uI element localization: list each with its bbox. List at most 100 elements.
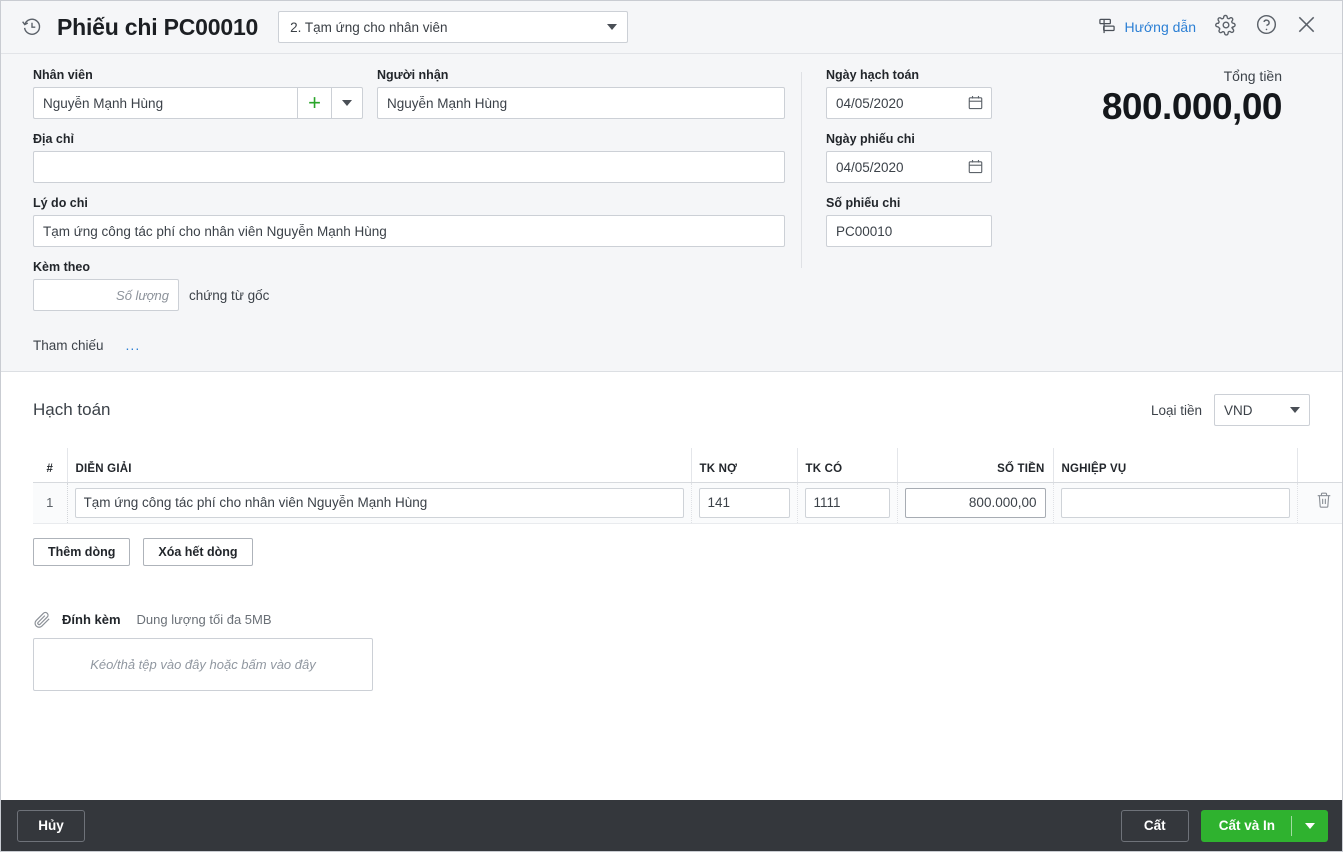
col-amount: SỐ TIỀN: [897, 448, 1054, 483]
row-credit-cell: [797, 482, 898, 524]
receiver-label: Người nhận: [377, 68, 449, 82]
col-operation: NGHIỆP VỤ: [1053, 448, 1298, 483]
voucher-no-group: Số phiếu chi: [826, 196, 992, 247]
plus-icon: +: [308, 90, 321, 115]
add-row-button[interactable]: Thêm dòng: [33, 537, 131, 566]
settings-button[interactable]: [1206, 7, 1246, 47]
row-description-cell: [67, 482, 692, 524]
attached-suffix-label: chứng từ gốc: [189, 287, 270, 303]
form-right-column: Ngày hạch toán 04/05/2020 Ngày phiếu chi…: [826, 68, 1310, 353]
address-field-group: Địa chỉ: [33, 132, 785, 183]
attachment-dropzone[interactable]: Kéo/thả tệp vào đây hoặc bấm vào đây: [33, 637, 373, 691]
row-operation-input[interactable]: [1060, 487, 1290, 518]
form-left-column: Nhân viên + Người nhận: [33, 68, 785, 353]
attached-field-group: Kèm theo chứng từ gốc: [33, 260, 785, 311]
accounting-table: # DIỄN GIẢI TK NỢ TK CÓ SỐ TIỀN NGHIỆP V…: [33, 448, 1342, 524]
currency-select[interactable]: VND: [1214, 394, 1310, 426]
employee-label: Nhân viên: [33, 68, 93, 82]
posting-date-input[interactable]: [826, 87, 992, 119]
save-and-print-dropdown[interactable]: [1292, 822, 1328, 829]
row-operation-cell: [1053, 482, 1298, 524]
reason-input[interactable]: [33, 215, 785, 247]
attachment-title: Đính kèm: [62, 611, 121, 627]
accounting-header: Hạch toán Loại tiền VND: [33, 394, 1310, 426]
attached-qty-row: chứng từ gốc: [33, 279, 785, 311]
page-title: Phiếu chi PC00010: [57, 13, 259, 40]
row-debit-cell: [691, 482, 798, 524]
col-index: #: [33, 448, 68, 483]
voucher-date-input[interactable]: [826, 151, 992, 183]
window-header: Phiếu chi PC00010 2. Tạm ứng cho nhân vi…: [1, 1, 1342, 54]
posting-date-group: Ngày hạch toán: [826, 68, 992, 119]
close-button[interactable]: [1286, 7, 1326, 47]
col-actions: [1297, 448, 1342, 483]
save-button[interactable]: Cất: [1120, 809, 1189, 842]
cancel-button[interactable]: Hủy: [17, 809, 85, 842]
question-circle-icon: [1255, 13, 1278, 41]
row-amount-input[interactable]: [904, 487, 1046, 518]
row-credit-input[interactable]: [804, 487, 890, 518]
column-divider: [801, 72, 802, 268]
address-label: Địa chỉ: [33, 132, 74, 146]
currency-group: Loại tiền VND: [1151, 394, 1310, 426]
form-grid: Nhân viên + Người nhận: [1, 68, 1342, 353]
row-action-buttons: Thêm dòng Xóa hết dòng: [33, 537, 1310, 566]
reference-more-button[interactable]: ...: [126, 337, 141, 353]
attached-label: Kèm theo: [33, 260, 90, 274]
help-button[interactable]: [1246, 7, 1286, 47]
accounting-section: Hạch toán Loại tiền VND # DIỄN GIẢI TK N…: [1, 372, 1342, 800]
posting-date-label: Ngày hạch toán: [826, 68, 920, 82]
chevron-down-icon: [1305, 822, 1315, 829]
receiver-input[interactable]: [377, 87, 785, 119]
employee-dropdown-button[interactable]: [331, 87, 363, 119]
row-debit-input[interactable]: [698, 487, 790, 518]
employee-field-group: Nhân viên +: [33, 68, 363, 119]
address-input[interactable]: [33, 151, 785, 183]
reason-field-group: Lý do chi: [33, 196, 785, 247]
date-fields: Ngày hạch toán 04/05/2020 Ngày phiếu chi…: [826, 68, 992, 353]
paperclip-icon: [33, 610, 52, 629]
reference-row: Tham chiếu ...: [33, 324, 785, 353]
row-index: 1: [33, 482, 68, 524]
row-description-input[interactable]: [74, 487, 684, 518]
attached-quantity-input[interactable]: [33, 279, 179, 311]
total-value: 800.000,00: [1101, 86, 1283, 127]
header-actions: Hướng dẫn: [1087, 7, 1326, 47]
save-and-print-button[interactable]: Cất và In: [1200, 809, 1328, 842]
trash-icon[interactable]: [1315, 491, 1333, 509]
chevron-down-icon: [607, 24, 618, 30]
guide-label: Hướng dẫn: [1124, 19, 1196, 35]
attachment-section: Đính kèm Dung lượng tối đa 5MB Kéo/thả t…: [33, 610, 1310, 691]
col-debit: TK NỢ: [691, 448, 798, 483]
window-footer: Hủy Cất Cất và In: [1, 800, 1342, 851]
accounting-title: Hạch toán: [33, 400, 111, 419]
voucher-no-input[interactable]: [826, 215, 992, 247]
table-row: 1: [33, 482, 1342, 524]
total-label: Tổng tiền: [1223, 68, 1282, 84]
row-actions-cell: [1297, 482, 1342, 524]
row-amount-cell: [897, 482, 1054, 524]
employee-input[interactable]: [33, 87, 297, 119]
posting-date-wrap: [826, 87, 992, 119]
history-clock-icon[interactable]: [19, 14, 45, 40]
attachment-subtitle: Dung lượng tối đa 5MB: [136, 611, 272, 627]
reference-label: Tham chiếu: [33, 337, 104, 353]
col-description: DIỄN GIẢI: [67, 448, 692, 483]
chevron-down-icon: [342, 100, 352, 106]
currency-value: VND: [1224, 402, 1253, 418]
reason-label: Lý do chi: [33, 196, 88, 210]
col-credit: TK CÓ: [797, 448, 898, 483]
clear-rows-button[interactable]: Xóa hết dòng: [143, 537, 253, 566]
voucher-date-wrap: [826, 151, 992, 183]
footer-primary-actions: Cất Cất và In: [1120, 809, 1328, 842]
voucher-date-group: Ngày phiếu chi: [826, 132, 992, 183]
signpost-icon: [1097, 16, 1117, 39]
guide-link[interactable]: Hướng dẫn: [1087, 16, 1206, 39]
voucher-type-value: 2. Tạm ứng cho nhân viên: [290, 19, 448, 35]
save-and-print-label: Cất và In: [1218, 818, 1275, 833]
voucher-form-panel: Nhân viên + Người nhận: [1, 54, 1342, 372]
employee-add-button[interactable]: +: [297, 87, 331, 119]
attachment-header: Đính kèm Dung lượng tối đa 5MB: [33, 610, 1310, 629]
voucher-type-select[interactable]: 2. Tạm ứng cho nhân viên: [278, 11, 629, 43]
gear-icon: [1215, 14, 1237, 41]
